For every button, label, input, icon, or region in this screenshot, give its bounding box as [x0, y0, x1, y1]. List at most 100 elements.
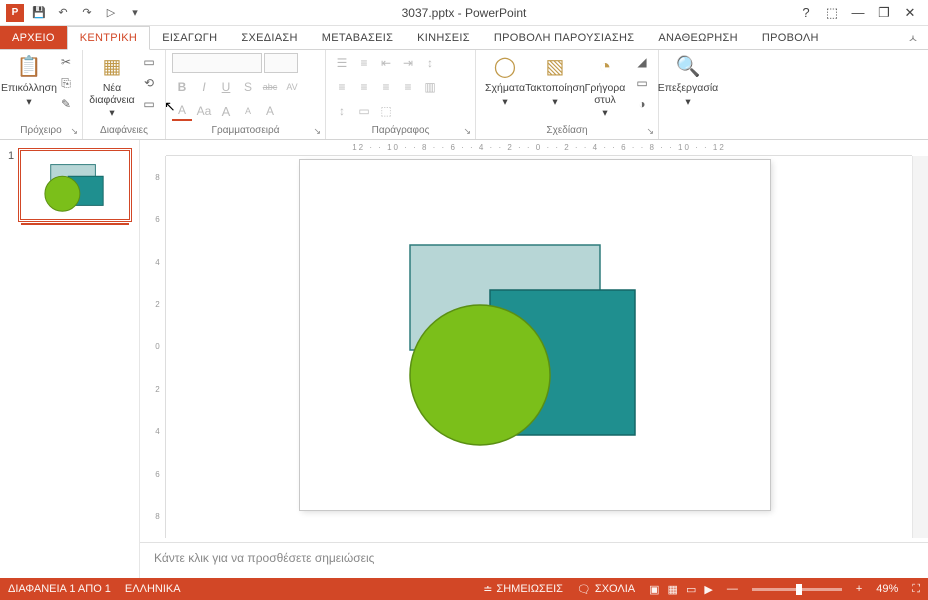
quick-styles-button[interactable]: ◔Γρήγορα στυλ▾	[582, 53, 628, 120]
align-right-button[interactable]: ≡	[376, 77, 396, 97]
group-label-drawing: Σχεδίαση↘	[482, 123, 652, 139]
start-slideshow-button[interactable]: ▷	[100, 2, 122, 24]
ribbon-options-button[interactable]: ⬚	[822, 5, 842, 21]
zoom-out-button[interactable]: —	[727, 583, 738, 595]
shape-effects-button[interactable]: ◑	[632, 95, 652, 113]
zoom-in-button[interactable]: +	[856, 583, 862, 595]
find-icon: 🔍	[672, 53, 704, 81]
layout-button[interactable]: ▭	[139, 53, 159, 71]
notes-pane[interactable]: Κάντε κλικ για να προσθέσετε σημειώσεις	[140, 542, 928, 578]
increase-indent-button[interactable]: ⇥	[398, 53, 418, 73]
qat-more-button[interactable]: ▾	[124, 2, 146, 24]
help-button[interactable]: ?	[796, 5, 816, 21]
undo-button[interactable]: ↶	[52, 2, 74, 24]
align-left-button[interactable]: ≡	[332, 77, 352, 97]
paste-button[interactable]: 📋 Επικόλληση▾	[6, 53, 52, 108]
normal-view-button[interactable]: ▣	[649, 583, 659, 596]
shadow-button[interactable]: S	[238, 77, 258, 97]
thumb-number: 1	[8, 150, 14, 220]
shrink-font-button[interactable]: A	[238, 101, 258, 121]
font-color-button[interactable]: A	[172, 101, 192, 121]
redo-button[interactable]: ↷	[76, 2, 98, 24]
group-font: B I U S abc AV A Aa A A A Γραμματοσειρά↘	[166, 50, 326, 139]
align-text-button[interactable]: ▭	[354, 101, 374, 121]
copy-button[interactable]: ⎘	[56, 74, 76, 92]
tab-view[interactable]: ΠΡΟΒΟΛΗ	[750, 26, 831, 49]
reset-button[interactable]: ⟲	[139, 74, 159, 92]
tab-insert[interactable]: ΕΙΣΑΓΩΓΗ	[150, 26, 229, 49]
window-title: 3037.pptx - PowerPoint	[402, 6, 527, 20]
slide-canvas[interactable]	[300, 160, 770, 510]
line-spacing-button[interactable]: ↕	[420, 53, 440, 73]
strike-button[interactable]: abc	[260, 77, 280, 97]
ribbon-tabs: ΑΡΧΕΙΟ ΚΕΝΤΡΙΚΗ ΕΙΣΑΓΩΓΗ ΣΧΕΔΙΑΣΗ ΜΕΤΑΒΑ…	[0, 26, 928, 50]
justify-button[interactable]: ≡	[398, 77, 418, 97]
fit-to-window-button[interactable]: ⛶	[912, 583, 920, 596]
smartart-button[interactable]: ⬚	[376, 101, 396, 121]
reading-view-button[interactable]: ▭	[686, 583, 696, 596]
app-icon: P	[6, 4, 24, 22]
tab-review[interactable]: ΑΝΑΘΕΩΡΗΣΗ	[646, 26, 750, 49]
bold-button[interactable]: B	[172, 77, 192, 97]
language-indicator[interactable]: ΕΛΛΗΝΙΚΑ	[125, 583, 181, 595]
tab-design[interactable]: ΣΧΕΔΙΑΣΗ	[229, 26, 309, 49]
vertical-ruler: 864202468	[150, 156, 166, 538]
editing-button[interactable]: 🔍Επεξεργασία▾	[665, 53, 711, 108]
title-bar: P 💾 ↶ ↷ ▷ ▾ 3037.pptx - PowerPoint ? ⬚ —…	[0, 0, 928, 26]
paragraph-launcher-icon[interactable]: ↘	[463, 126, 471, 137]
font-launcher-icon[interactable]: ↘	[313, 126, 321, 137]
arrange-button[interactable]: ▧Τακτοποίηση▾	[532, 53, 578, 108]
numbering-button[interactable]: ≡	[354, 53, 374, 73]
tab-animations[interactable]: ΚΙΝΗΣΕΙΣ	[405, 26, 482, 49]
change-case-button[interactable]: Aa	[194, 101, 214, 121]
char-spacing-button[interactable]: AV	[282, 77, 302, 97]
clear-format-button[interactable]: A	[260, 101, 280, 121]
slide-counter[interactable]: ΔΙΑΦΑΝΕΙΑ 1 ΑΠΟ 1	[8, 583, 111, 595]
notes-toggle-button[interactable]: ≐ ΣΗΜΕΙΩΣΕΙΣ	[483, 583, 563, 596]
drawing-launcher-icon[interactable]: ↘	[646, 126, 654, 137]
comments-toggle-button[interactable]: 🗨 ΣΧΟΛΙΑ	[577, 583, 635, 596]
section-button[interactable]: ▭	[139, 95, 159, 113]
italic-button[interactable]: I	[194, 77, 214, 97]
slideshow-view-button[interactable]: ▶	[704, 583, 712, 596]
zoom-level[interactable]: 49%	[876, 583, 898, 595]
view-buttons: ▣ ▦ ▭ ▶	[649, 583, 713, 596]
underline-button[interactable]: U	[216, 77, 236, 97]
bullets-button[interactable]: ☰	[332, 53, 352, 73]
tab-transitions[interactable]: ΜΕΤΑΒΑΣΕΙΣ	[310, 26, 405, 49]
zoom-slider[interactable]	[752, 588, 842, 591]
group-clipboard: 📋 Επικόλληση▾ ✂ ⎘ ✎ Πρόχειρο↘	[0, 50, 83, 139]
text-direction-button[interactable]: ↕	[332, 101, 352, 121]
slide-shapes	[300, 160, 770, 510]
cut-button[interactable]: ✂	[56, 53, 76, 71]
shape-fill-button[interactable]: ◢	[632, 53, 652, 71]
quick-access-toolbar: 💾 ↶ ↷ ▷ ▾	[28, 2, 146, 24]
shape-outline-button[interactable]: ▭	[632, 74, 652, 92]
font-family-input[interactable]	[172, 53, 262, 73]
group-drawing: ◯Σχήματα▾ ▧Τακτοποίηση▾ ◔Γρήγορα στυλ▾ ◢…	[476, 50, 659, 139]
tab-home[interactable]: ΚΕΝΤΡΙΚΗ	[67, 26, 150, 50]
shapes-button[interactable]: ◯Σχήματα▾	[482, 53, 528, 108]
format-painter-button[interactable]: ✎	[56, 95, 76, 113]
collapse-ribbon-icon[interactable]: ㅅ	[898, 26, 928, 49]
window-controls: ? ⬚ — ❐ ✕	[796, 5, 928, 21]
slide-thumbnail-1[interactable]	[20, 150, 130, 220]
tab-slideshow[interactable]: ΠΡΟΒΟΛΗ ΠΑΡΟΥΣΙΑΣΗΣ	[482, 26, 646, 49]
sorter-view-button[interactable]: ▦	[668, 583, 678, 596]
font-size-input[interactable]	[264, 53, 298, 73]
save-button[interactable]: 💾	[28, 2, 50, 24]
clipboard-launcher-icon[interactable]: ↘	[70, 126, 78, 137]
shape-circle[interactable]	[410, 305, 550, 445]
restore-button[interactable]: ❐	[874, 5, 894, 21]
columns-button[interactable]: ▥	[420, 77, 440, 97]
group-label-editing	[665, 123, 711, 139]
new-slide-button[interactable]: ▦ Νέα διαφάνεια▾	[89, 53, 135, 120]
minimize-button[interactable]: —	[848, 5, 868, 21]
tab-file[interactable]: ΑΡΧΕΙΟ	[0, 26, 67, 49]
group-label-slides: Διαφάνειες	[89, 123, 159, 139]
grow-font-button[interactable]: A	[216, 101, 236, 121]
vertical-scrollbar[interactable]	[912, 156, 928, 538]
decrease-indent-button[interactable]: ⇤	[376, 53, 396, 73]
close-button[interactable]: ✕	[900, 5, 920, 21]
align-center-button[interactable]: ≡	[354, 77, 374, 97]
